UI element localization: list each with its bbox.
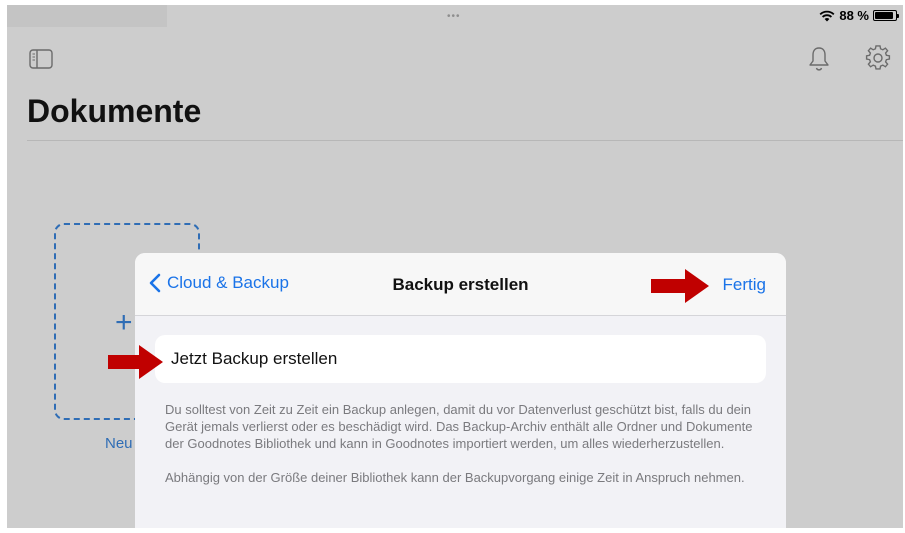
battery-fill bbox=[875, 12, 893, 19]
gear-icon[interactable] bbox=[865, 45, 891, 71]
bell-icon[interactable] bbox=[807, 45, 831, 73]
new-document-label[interactable]: Neu bbox=[105, 435, 133, 452]
done-button[interactable]: Fertig bbox=[723, 275, 766, 295]
battery-percentage: 88 % bbox=[839, 8, 869, 23]
multitasking-indicator[interactable]: ••• bbox=[447, 11, 461, 22]
backup-description: Du solltest von Zeit zu Zeit ein Backup … bbox=[165, 401, 755, 486]
create-backup-now-button[interactable]: Jetzt Backup erstellen bbox=[155, 335, 766, 383]
annotation-arrow-icon bbox=[651, 269, 709, 303]
page-title: Dokumente bbox=[27, 93, 202, 129]
sidebar-icon[interactable] bbox=[29, 48, 53, 70]
annotation-arrow-icon bbox=[108, 345, 163, 379]
title-divider bbox=[27, 140, 903, 141]
battery-icon bbox=[873, 10, 899, 21]
description-paragraph: Du solltest von Zeit zu Zeit ein Backup … bbox=[165, 402, 753, 451]
status-bar-left bbox=[7, 5, 167, 27]
new-document-plus[interactable]: + bbox=[115, 308, 133, 338]
status-bar-right: 88 % bbox=[819, 8, 899, 23]
app-screen: ••• 88 % Dokumente + Neu Cloud & Backup … bbox=[7, 5, 903, 528]
description-paragraph: Abhängig von der Größe deiner Bibliothek… bbox=[165, 470, 745, 485]
wifi-icon bbox=[819, 10, 835, 21]
